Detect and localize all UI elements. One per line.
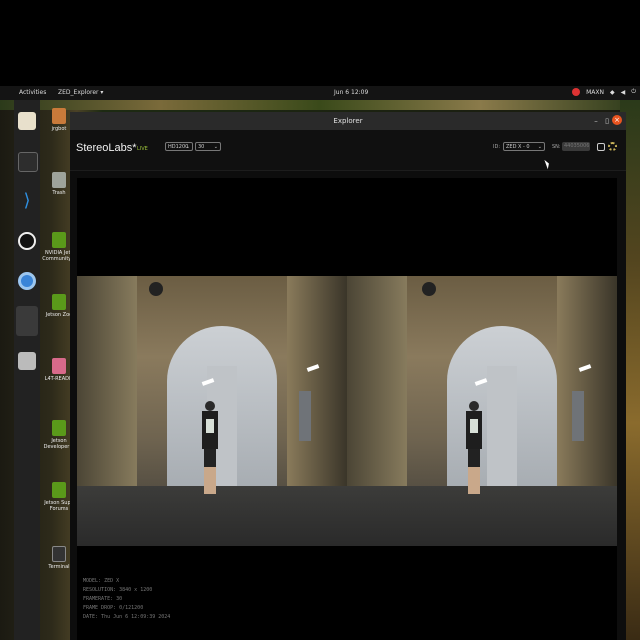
volume-icon: ◀ [620, 88, 626, 96]
top-panel: Activities ZED_Explorer ▾ Jun 6 12:09 MA… [0, 86, 640, 100]
desktop-icon-label: Trash [52, 190, 66, 196]
desktop-icon-label: Jetson Zoo [45, 312, 73, 318]
person [463, 401, 485, 501]
desktop-icon-label: Terminal [48, 564, 70, 570]
camera-viewer[interactable]: MODEL: ZED X RESOLUTION: 3840 x 1200 FRA… [77, 178, 617, 640]
person [199, 401, 221, 501]
gear-icon[interactable] [608, 142, 617, 151]
camera-id-select-value: ZED X - 0 [506, 144, 530, 150]
info-date: DATE: Thu Jun 6 12:09:39 2024 [83, 614, 171, 620]
nvidia-icon [52, 420, 66, 436]
corridor-window [299, 391, 311, 441]
terminal-icon [52, 546, 66, 562]
nvidia-icon [52, 232, 66, 248]
drive-icon[interactable] [18, 352, 36, 370]
right-camera-frame [347, 276, 617, 546]
trash-icon [52, 172, 66, 188]
camera-id-select[interactable]: ZED X - 0 ⌄ [503, 142, 545, 151]
desktop-icon-label: L4T-READM [44, 376, 74, 382]
sn-label: SN: [552, 144, 561, 150]
fps-select[interactable]: 30 ⌄ [195, 142, 221, 151]
close-button[interactable]: × [612, 115, 622, 125]
vscode-icon[interactable]: ⟩ [18, 192, 36, 210]
corridor-window [572, 391, 584, 441]
terminal-icon[interactable] [18, 152, 38, 172]
power-icon: ⏻ [631, 88, 636, 95]
nvidia-icon[interactable] [572, 88, 581, 96]
chevron-down-icon: ⌄ [185, 144, 190, 150]
fps-select-value: 30 [198, 144, 205, 150]
title-bar[interactable]: Explorer – ▯ × [70, 112, 626, 130]
wall-sconce [149, 282, 163, 296]
window-title: Explorer [333, 117, 363, 125]
maximize-button[interactable]: ▯ [603, 117, 611, 125]
folder-icon [52, 358, 66, 374]
app-grid-icon[interactable] [16, 306, 38, 336]
record-icon[interactable] [597, 143, 605, 151]
chevron-down-icon: ⌄ [213, 144, 218, 150]
nvidia-icon [52, 294, 66, 310]
explorer-window: Explorer – ▯ × StereoLabs* LIVE HD1200 ⌄… [70, 112, 626, 640]
files-icon[interactable] [18, 112, 36, 130]
network-icon: ◆ [610, 88, 615, 96]
info-resolution: RESOLUTION: 3840 x 1200 [83, 587, 153, 593]
resolution-select[interactable]: HD1200 ⌄ [165, 142, 193, 151]
app-menu[interactable]: ZED_Explorer ▾ [58, 89, 103, 96]
chromium-icon[interactable] [18, 272, 36, 290]
chevron-down-icon: ⌄ [537, 144, 542, 150]
home-folder-icon [52, 108, 66, 124]
wall-sconce [422, 282, 436, 296]
activities-button[interactable]: Activities [19, 89, 46, 96]
serial-number-field: 44035006 [562, 142, 590, 151]
dock: ⟩ [14, 100, 40, 640]
power-mode-label[interactable]: MAXN [586, 89, 604, 96]
system-tray[interactable]: MAXN ◆ ◀ ⏻ [572, 88, 636, 96]
info-frame-drop: FRAME DROP: 0/121200 [83, 605, 144, 611]
explorer-toolbar: StereoLabs* LIVE HD1200 ⌄ 30 ⌄ ID: ZED X… [70, 130, 626, 171]
left-camera-frame [77, 276, 347, 546]
nvidia-icon [52, 482, 66, 498]
clock[interactable]: Jun 6 12:09 [334, 89, 368, 96]
id-label: ID: [493, 144, 501, 150]
brand-logo: StereoLabs* [76, 142, 137, 154]
camera-info-panel: MODEL: ZED X RESOLUTION: 3840 x 1200 FRA… [83, 577, 170, 622]
minimize-button[interactable]: – [592, 117, 600, 125]
desktop-icon-label: jrgbot [51, 126, 67, 132]
info-model: MODEL: ZED X [83, 578, 120, 584]
obs-icon[interactable] [18, 232, 36, 250]
info-framerate: FRAMERATE: 30 [83, 596, 123, 602]
live-badge: LIVE [137, 146, 148, 152]
